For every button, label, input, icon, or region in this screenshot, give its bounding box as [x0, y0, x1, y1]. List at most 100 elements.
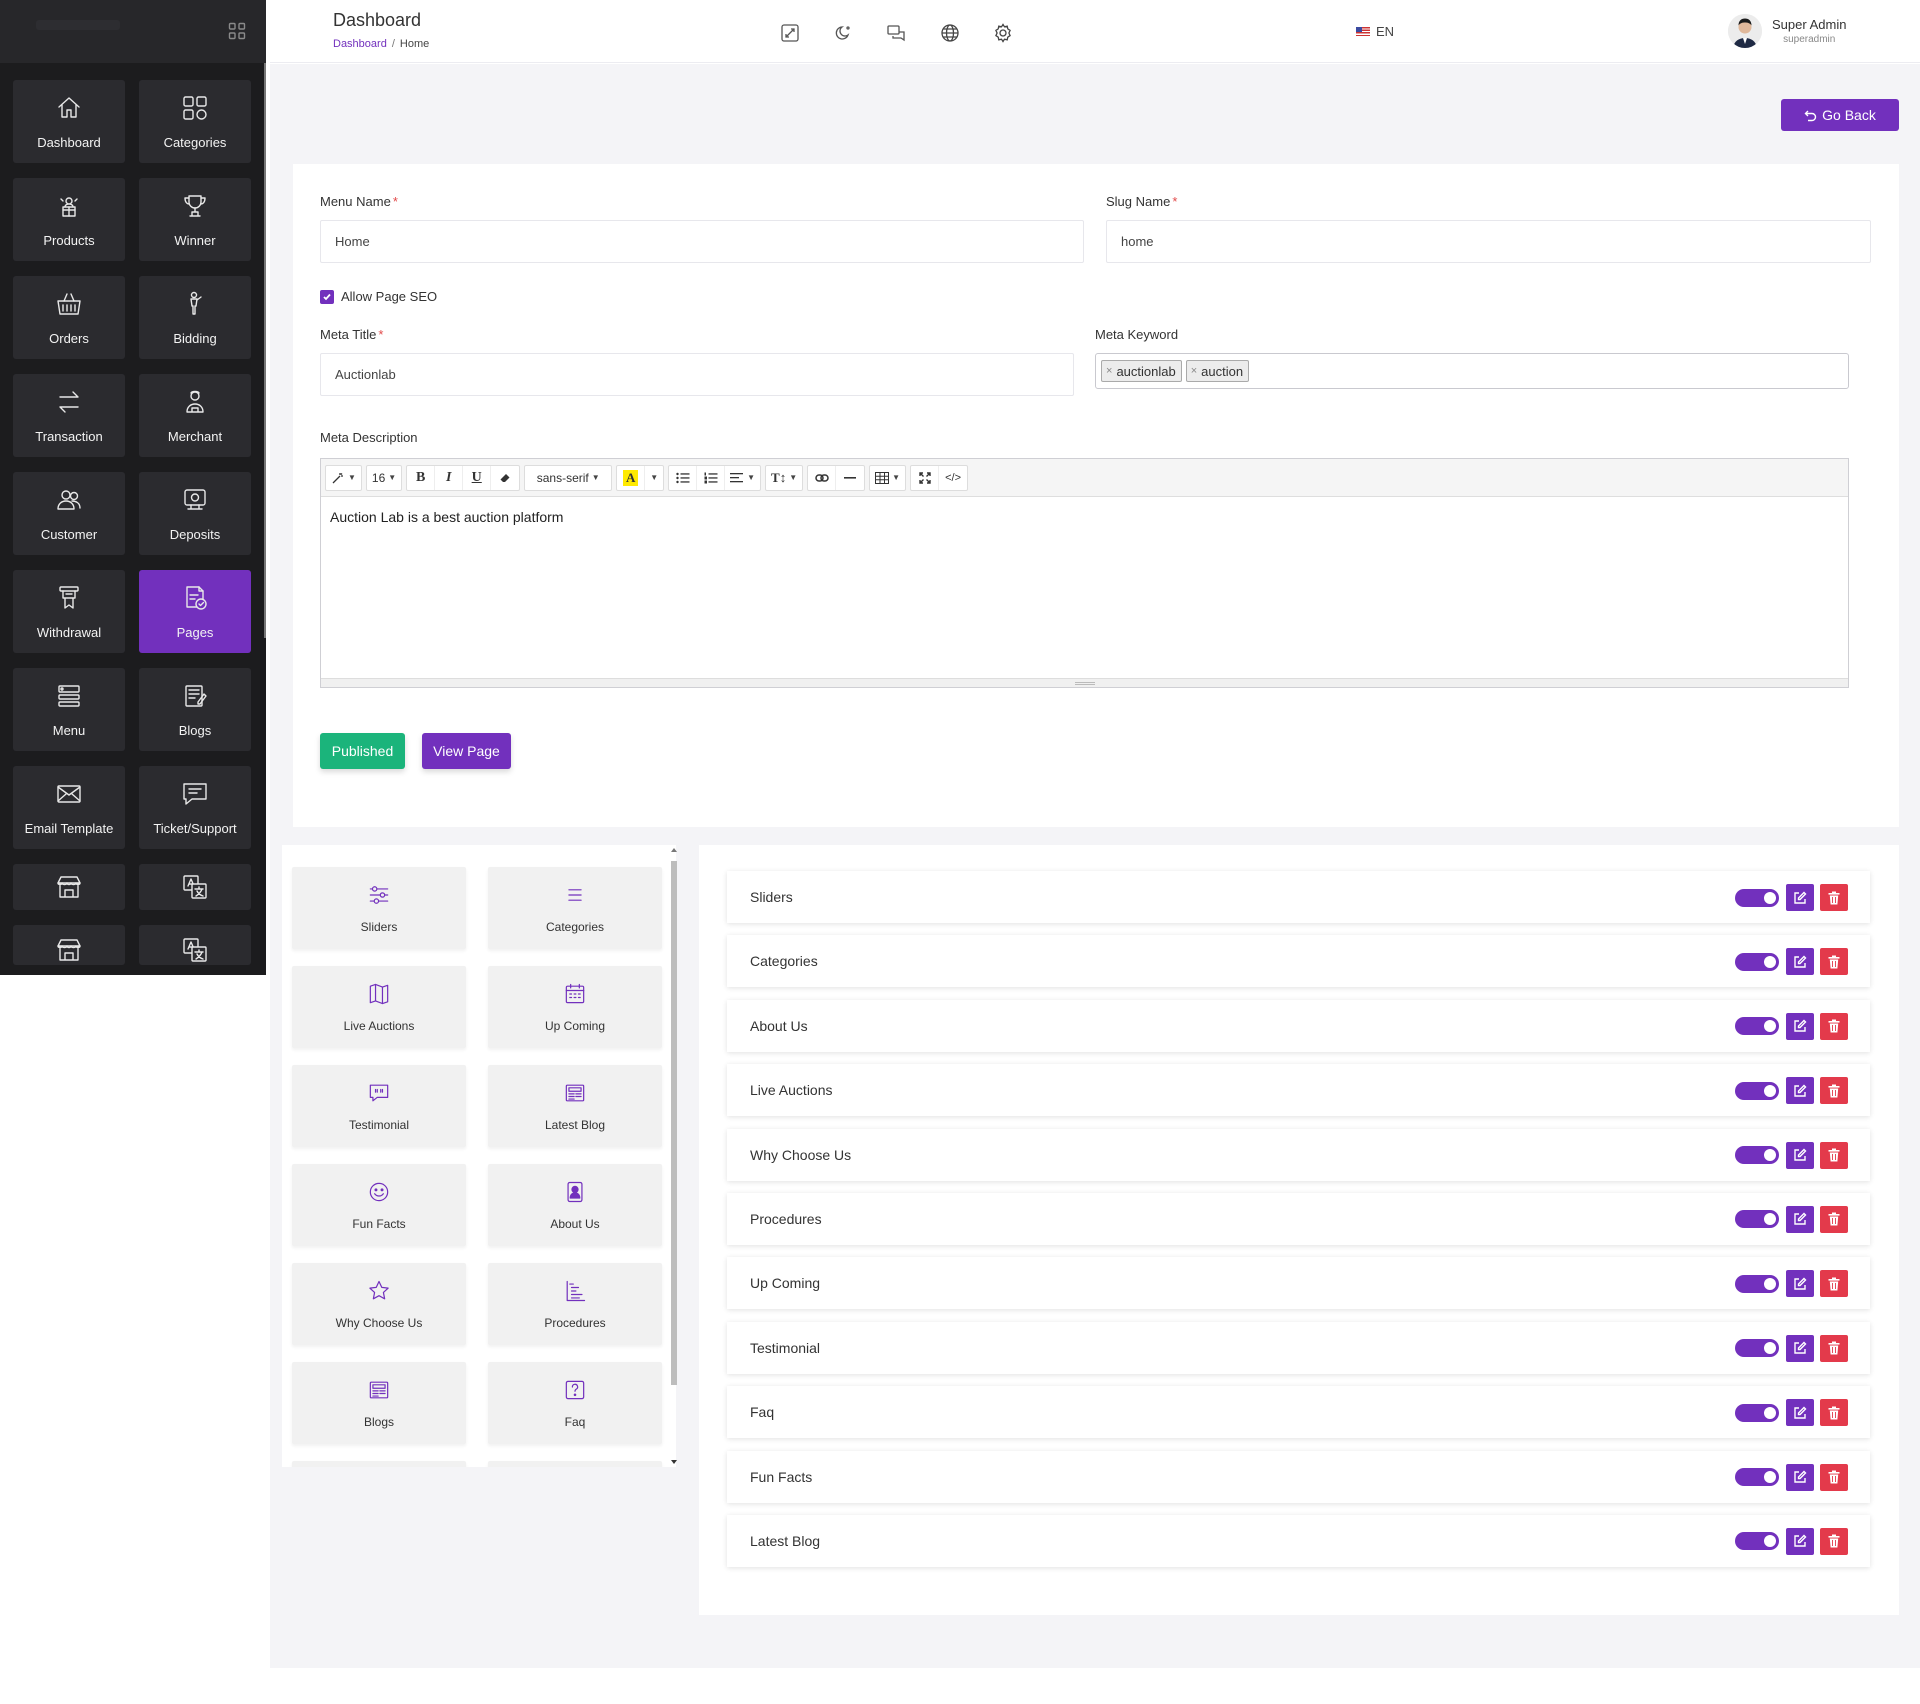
messages-icon[interactable]	[886, 23, 906, 43]
sidebar-item-email-template[interactable]: Email Template	[13, 766, 125, 849]
widget-live-auctions[interactable]: Live Auctions	[292, 966, 466, 1048]
meta-title-input[interactable]	[320, 353, 1074, 396]
bold-button[interactable]: B	[407, 465, 436, 490]
text-color-button[interactable]: A	[617, 465, 646, 490]
insert-table-button[interactable]: ▼	[870, 466, 905, 490]
scroll-down-arrow-icon[interactable]	[670, 1459, 678, 1465]
fullscreen-editor-button[interactable]	[911, 465, 940, 490]
code-view-button[interactable]: </>	[939, 466, 967, 490]
widget-fun-facts[interactable]: Fun Facts	[292, 1164, 466, 1246]
widget-categories[interactable]: Categories	[488, 867, 662, 949]
section-row[interactable]: Live Auctions	[727, 1064, 1870, 1117]
color-dropdown-button[interactable]: ▼	[645, 466, 663, 490]
language-selector[interactable]: EN	[1356, 24, 1394, 39]
sidebar-item-products[interactable]: Products	[13, 178, 125, 261]
delete-section-button[interactable]	[1820, 1527, 1848, 1555]
user-menu[interactable]: Super Admin superadmin	[1728, 14, 1846, 48]
sidebar-item-bidding[interactable]: Bidding	[139, 276, 251, 359]
delete-section-button[interactable]	[1820, 1205, 1848, 1233]
sidebar-item-pages[interactable]: Pages	[139, 570, 251, 653]
meta-keyword-tag-input[interactable]: × auctionlab × auction	[1095, 353, 1849, 389]
ordered-list-button[interactable]	[697, 465, 726, 490]
section-active-toggle[interactable]	[1735, 1532, 1779, 1551]
delete-section-button[interactable]	[1820, 1270, 1848, 1298]
section-active-toggle[interactable]	[1735, 1210, 1779, 1229]
widgets-scrollbar-thumb[interactable]	[671, 861, 677, 1385]
font-size-select[interactable]: 16 ▼	[367, 466, 401, 490]
widget-partial[interactable]	[488, 1461, 662, 1467]
widget-faq[interactable]: Faq	[488, 1362, 662, 1444]
section-active-toggle[interactable]	[1735, 1017, 1779, 1036]
go-back-button[interactable]: Go Back	[1781, 99, 1899, 131]
sidebar-item-partial[interactable]	[139, 864, 251, 910]
allow-page-seo-checkbox[interactable]: Allow Page SEO	[320, 289, 437, 304]
section-active-toggle[interactable]	[1735, 1274, 1779, 1293]
delete-section-button[interactable]	[1820, 884, 1848, 911]
delete-section-button[interactable]	[1820, 1077, 1848, 1105]
section-row[interactable]: About Us	[727, 999, 1870, 1052]
published-button[interactable]: Published	[320, 733, 405, 769]
sidebar-item-withdrawal[interactable]: Withdrawal	[13, 570, 125, 653]
theme-mode-icon[interactable]	[833, 23, 853, 43]
section-row[interactable]: Why Choose Us	[727, 1128, 1870, 1181]
globe-icon[interactable]	[940, 23, 960, 43]
edit-section-button[interactable]	[1786, 1012, 1814, 1040]
sidebar-item-transaction[interactable]: Transaction	[13, 374, 125, 457]
edit-section-button[interactable]	[1786, 1399, 1814, 1427]
breadcrumb-link-dashboard[interactable]: Dashboard	[333, 38, 387, 50]
italic-button[interactable]: I	[435, 465, 464, 490]
widgets-scrollbar[interactable]	[668, 845, 678, 1467]
section-active-toggle[interactable]	[1735, 1146, 1779, 1165]
sidebar-item-ticket-support[interactable]: Ticket/Support	[139, 766, 251, 849]
edit-section-button[interactable]	[1786, 1527, 1814, 1555]
editor-content[interactable]: Auction Lab is a best auction platform	[321, 497, 1848, 677]
section-active-toggle[interactable]	[1735, 888, 1779, 907]
section-row[interactable]: Up Coming	[727, 1257, 1870, 1310]
unordered-list-button[interactable]	[669, 465, 698, 490]
sidebar-item-partial[interactable]	[13, 864, 125, 910]
section-active-toggle[interactable]	[1735, 952, 1779, 971]
fullscreen-icon[interactable]	[780, 23, 800, 43]
delete-section-button[interactable]	[1820, 1399, 1848, 1427]
sidebar-item-customer[interactable]: Customer	[13, 472, 125, 555]
widget-testimonial[interactable]: Testimonial	[292, 1065, 466, 1147]
edit-section-button[interactable]	[1786, 1463, 1814, 1491]
section-active-toggle[interactable]	[1735, 1081, 1779, 1100]
scroll-up-arrow-icon[interactable]	[670, 847, 678, 853]
sidebar-item-merchant[interactable]: Merchant	[139, 374, 251, 457]
delete-section-button[interactable]	[1820, 1334, 1848, 1362]
sidebar-item-dashboard[interactable]: Dashboard	[13, 80, 125, 163]
slug-name-input[interactable]	[1106, 220, 1871, 263]
widget-up-coming[interactable]: Up Coming	[488, 966, 662, 1048]
sidebar-item-categories[interactable]: Categories	[139, 80, 251, 163]
remove-tag-icon[interactable]: ×	[1106, 365, 1112, 377]
underline-button[interactable]: U	[463, 465, 492, 490]
delete-section-button[interactable]	[1820, 948, 1848, 976]
edit-section-button[interactable]	[1786, 1205, 1814, 1233]
edit-section-button[interactable]	[1786, 1270, 1814, 1298]
section-active-toggle[interactable]	[1735, 1403, 1779, 1422]
widget-about-us[interactable]: About Us	[488, 1164, 662, 1246]
section-row[interactable]: Sliders	[727, 871, 1870, 923]
insert-link-button[interactable]	[808, 465, 837, 490]
sidebar-item-partial[interactable]	[139, 925, 251, 965]
edit-section-button[interactable]	[1786, 1077, 1814, 1105]
view-page-button[interactable]: View Page	[422, 733, 511, 769]
line-height-button[interactable]: T↕ ▼	[766, 466, 802, 490]
settings-gear-icon[interactable]	[993, 23, 1013, 43]
editor-resize-handle[interactable]	[321, 678, 1848, 687]
sidebar-item-blogs[interactable]: Blogs	[139, 668, 251, 751]
delete-section-button[interactable]	[1820, 1463, 1848, 1491]
sidebar-item-deposits[interactable]: Deposits	[139, 472, 251, 555]
section-active-toggle[interactable]	[1735, 1339, 1779, 1358]
widget-latest-blog[interactable]: Latest Blog	[488, 1065, 662, 1147]
widget-partial[interactable]	[292, 1461, 466, 1467]
edit-section-button[interactable]	[1786, 1141, 1814, 1169]
sidebar-item-partial[interactable]	[13, 925, 125, 965]
sidebar-item-orders[interactable]: Orders	[13, 276, 125, 359]
menu-name-input[interactable]	[320, 220, 1084, 263]
sidebar-item-menu[interactable]: Menu	[13, 668, 125, 751]
widget-procedures[interactable]: Procedures	[488, 1263, 662, 1345]
apps-grid-icon[interactable]	[228, 22, 246, 40]
section-row[interactable]: Faq	[727, 1386, 1870, 1439]
